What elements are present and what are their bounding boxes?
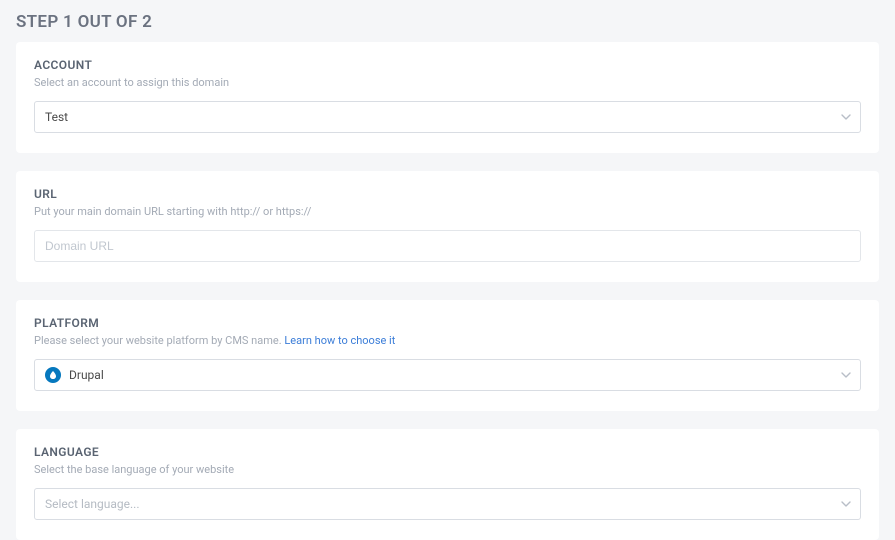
url-help: Put your main domain URL starting with h…	[34, 205, 861, 218]
drupal-icon	[45, 367, 61, 383]
language-card: LANGUAGE Select the base language of you…	[16, 429, 879, 540]
language-label: LANGUAGE	[34, 445, 861, 459]
account-card: ACCOUNT Select an account to assign this…	[16, 42, 879, 153]
url-label: URL	[34, 187, 861, 201]
platform-select[interactable]: Drupal	[34, 359, 861, 391]
platform-help: Please select your website platform by C…	[34, 334, 861, 347]
language-select[interactable]: Select language...	[34, 488, 861, 520]
language-help: Select the base language of your website	[34, 463, 861, 476]
platform-help-text: Please select your website platform by C…	[34, 334, 284, 347]
page-title: STEP 1 OUT OF 2	[0, 0, 895, 42]
url-input[interactable]	[34, 230, 861, 262]
platform-select-value: Drupal	[69, 368, 104, 382]
account-select[interactable]: Test	[34, 101, 861, 133]
url-card: URL Put your main domain URL starting wi…	[16, 171, 879, 282]
language-select-placeholder: Select language...	[45, 497, 140, 511]
account-help: Select an account to assign this domain	[34, 76, 861, 89]
platform-help-link[interactable]: Learn how to choose it	[284, 334, 395, 347]
platform-label: PLATFORM	[34, 316, 861, 330]
account-select-value: Test	[45, 110, 68, 124]
account-label: ACCOUNT	[34, 58, 861, 72]
platform-card: PLATFORM Please select your website plat…	[16, 300, 879, 411]
